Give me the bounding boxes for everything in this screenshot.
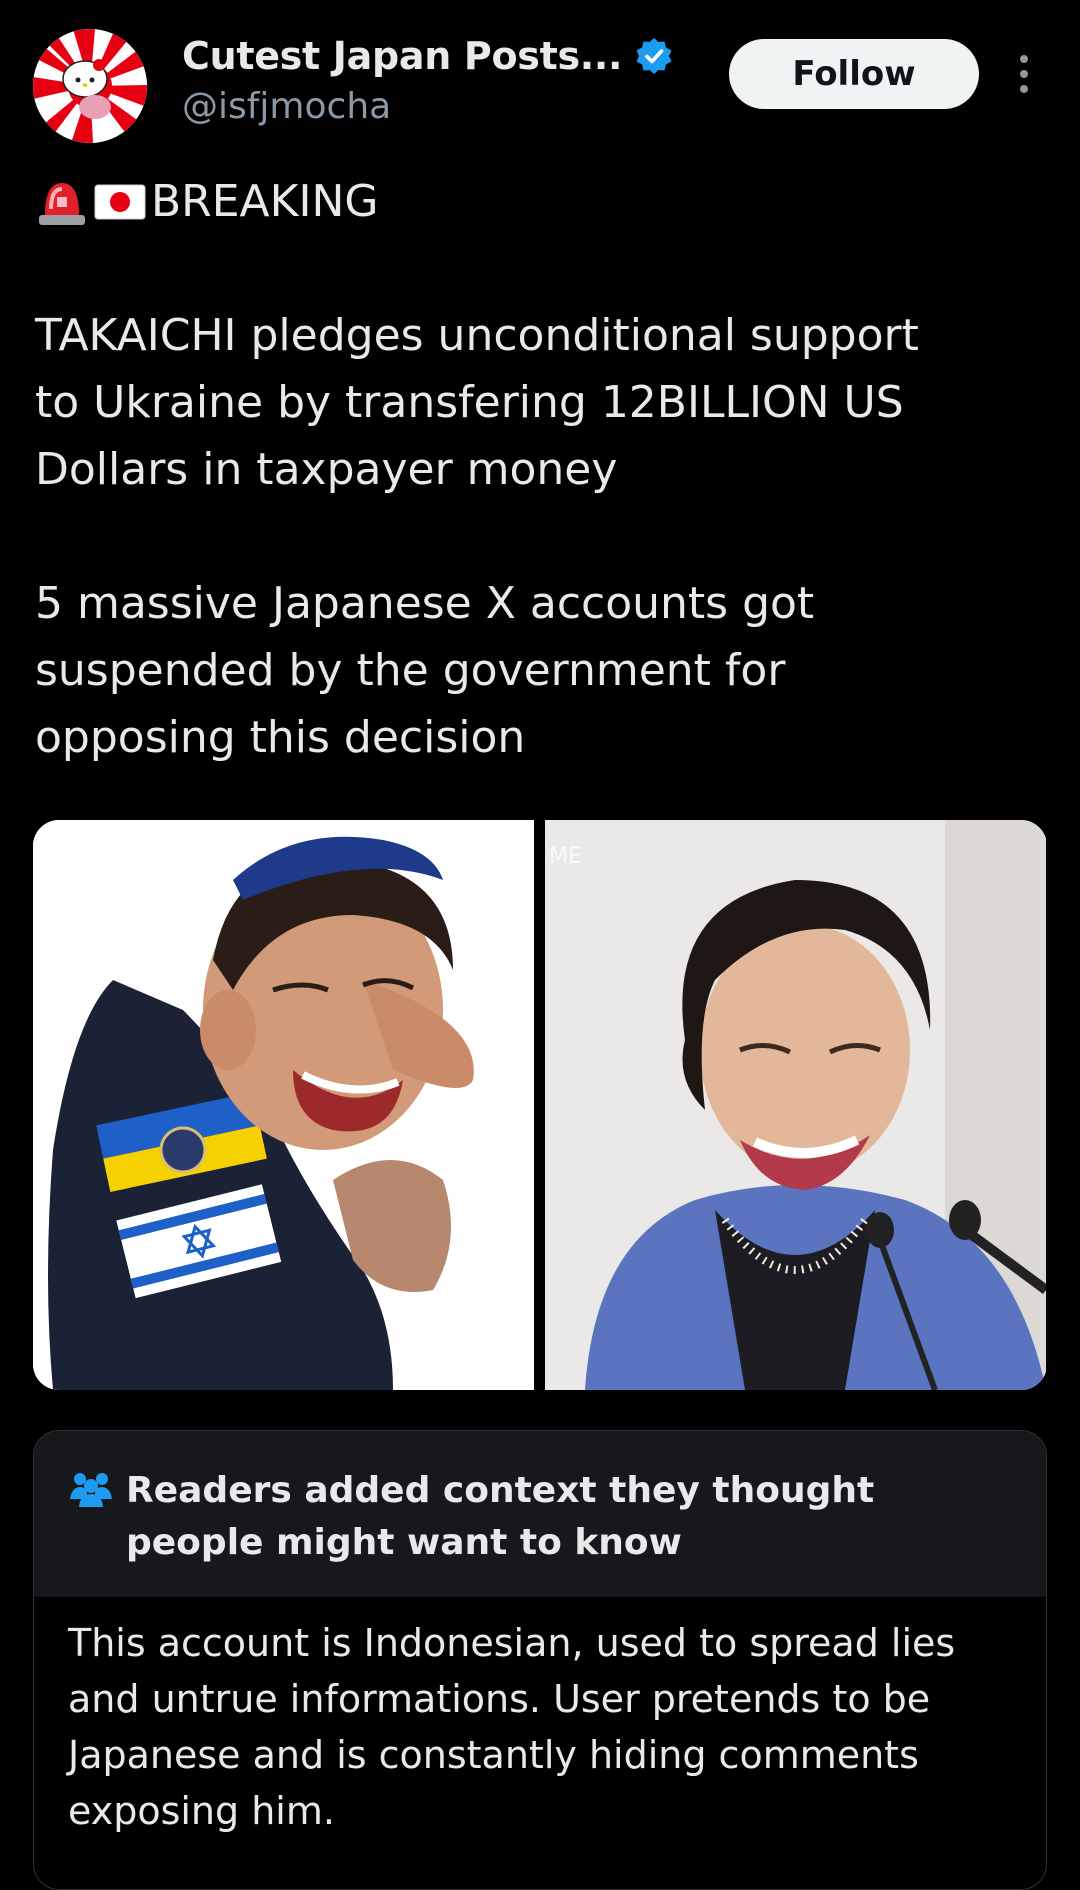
tweet-line: opposing this decision [35, 712, 526, 763]
breaking-line: BREAKING [35, 168, 1045, 235]
tweet-header: Cutest Japan Posts... @isfjmocha Follow [0, 0, 1080, 150]
tweet-line: Dollars in taxpayer money [35, 444, 618, 495]
media-image-right[interactable]: ME [545, 820, 1046, 1390]
community-note-header: Readers added context they thought peopl… [34, 1431, 1046, 1597]
verified-badge-icon [636, 38, 672, 74]
avatar[interactable] [33, 29, 147, 143]
tweet-line: 5 massive Japanese X accounts got [35, 578, 815, 629]
display-name[interactable]: Cutest Japan Posts... [182, 34, 622, 78]
community-note-title: Readers added context they thought peopl… [126, 1470, 875, 1563]
tweet-line: to Ukraine by transfering 12BILLION US [35, 377, 904, 428]
people-icon [70, 1473, 112, 1507]
community-note[interactable]: Readers added context they thought peopl… [33, 1430, 1047, 1890]
breaking-label: BREAKING [151, 176, 379, 227]
japan-flag-icon [94, 184, 146, 219]
tweet-text: BREAKING TAKAICHI pledges unconditional … [35, 168, 1045, 771]
community-note-body: This account is Indonesian, used to spre… [68, 1621, 956, 1833]
tweet-media[interactable]: ME [33, 820, 1047, 1390]
rising-sun-cat-avatar [33, 29, 147, 143]
image-watermark: ME [549, 844, 582, 869]
politician-photo [545, 820, 1046, 1390]
more-options-icon[interactable] [1012, 52, 1036, 96]
caricature-image [33, 820, 534, 1390]
tweet-line: suspended by the government for [35, 645, 786, 696]
media-image-left[interactable] [33, 820, 534, 1390]
follow-button[interactable]: Follow [729, 39, 979, 109]
tweet-line: TAKAICHI pledges unconditional support [35, 310, 919, 361]
police-light-icon [39, 182, 85, 225]
handle[interactable]: @isfjmocha [182, 86, 391, 127]
